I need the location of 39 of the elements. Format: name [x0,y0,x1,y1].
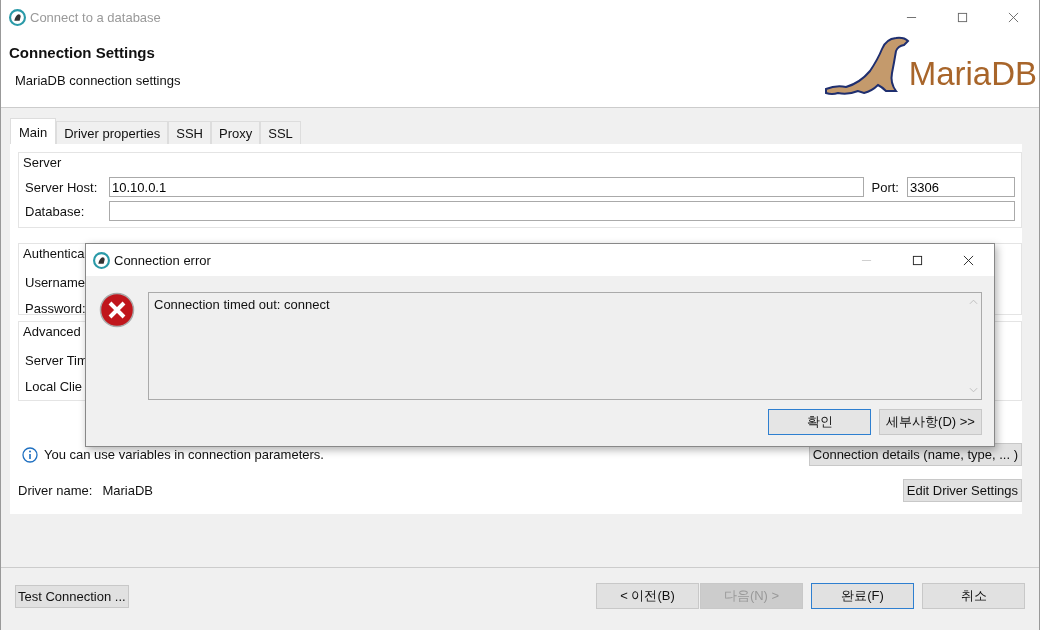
host-field[interactable]: 10.10.0.1 [109,177,864,197]
dialog-button[interactable]: 세부사항(D) >> [879,409,982,435]
tab[interactable]: Driver properties [56,121,169,144]
close-icon[interactable] [963,254,974,266]
dialog-title: Connection error [114,252,211,268]
port-field[interactable]: 3306 [907,177,1015,197]
tab[interactable]: Main [10,118,57,144]
wizard-button[interactable]: < 이전(B) [596,583,699,609]
wizard-button[interactable]: 취소 [922,583,1025,609]
database-field[interactable] [109,201,1015,221]
field-label: Port: [871,179,899,195]
field-label: Database: [25,203,86,219]
driver-name: MariaDB [102,483,153,498]
maximize-icon[interactable] [912,254,923,266]
page-subtitle: MariaDB connection settings [15,73,181,88]
app-icon [93,251,110,269]
edit-driver-button[interactable]: Edit Driver Settings [902,479,1022,502]
info-icon [22,446,38,463]
test-connection-button[interactable]: Test Connection ... [15,584,129,608]
tab[interactable]: SSL [260,121,301,144]
info-text: You can use variables in connection parameters. [44,447,324,462]
field-label: Username [25,275,85,290]
field-label: Password: [25,301,86,316]
group-title: Advanced [23,324,81,339]
error-message: Connection timed out: connect [153,296,331,314]
group-title: Server [23,155,62,170]
page-heading: Connection Settings [9,44,156,61]
field-label: Local Clie [25,379,83,394]
app-icon [9,9,26,26]
wizard-button[interactable]: 완료(F) [811,583,914,609]
field-label: Server Host: [25,179,99,195]
dialog-button[interactable]: 확인 [768,409,871,435]
logo-text: MariaDB [908,55,1037,93]
tab[interactable]: Proxy [211,121,261,144]
group-title: Authentica [23,246,85,261]
tab[interactable]: SSH [168,121,211,144]
driver-label: Driver name: [18,483,93,498]
window-title: Connect to a database [30,10,161,25]
error-icon [99,292,135,328]
